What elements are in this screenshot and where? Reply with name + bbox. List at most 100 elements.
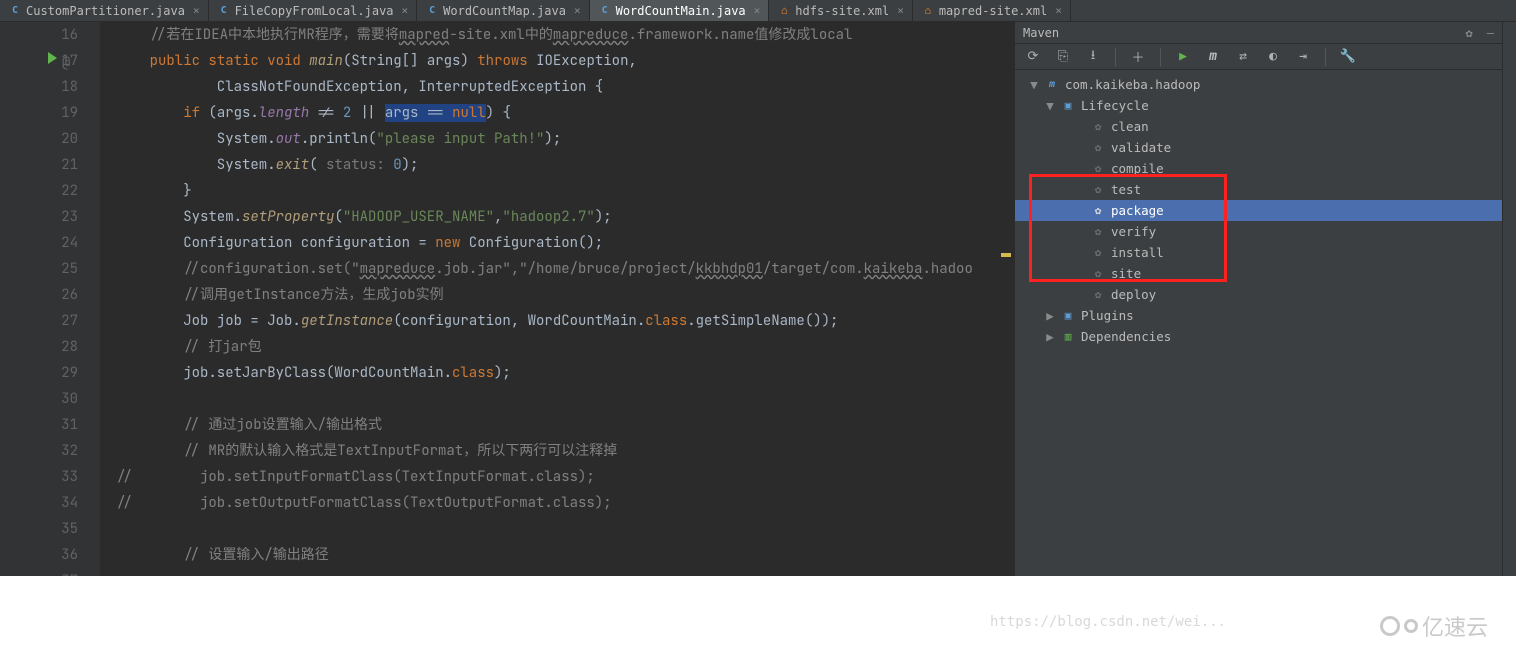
tree-node-label: Lifecycle <box>1081 98 1149 113</box>
maven-panel: Maven ✿ — ⟳ ⎘ ⭳ ＋ ▶ m ⇄ ◐ ⇥ 🔧 ▼com.kaike… <box>1014 22 1502 576</box>
tab-close-icon[interactable]: × <box>402 4 409 17</box>
maven-wrench-icon[interactable]: 🔧 <box>1340 49 1356 65</box>
maven-run-icon[interactable]: ▶ <box>1175 49 1191 65</box>
code-line[interactable]: // 设置输入/输出路径 <box>116 542 1014 568</box>
maven-panel-header: Maven ✿ — <box>1015 22 1502 44</box>
right-tool-strip[interactable] <box>1502 22 1516 576</box>
tree-node-label: compile <box>1111 161 1164 176</box>
tree-node-label: site <box>1111 266 1141 281</box>
maven-offline-icon[interactable]: ◐ <box>1265 49 1281 65</box>
maven-hide-icon[interactable]: — <box>1487 26 1494 40</box>
gear-icon <box>1091 204 1105 218</box>
maven-download-icon[interactable]: ⭳ <box>1085 49 1101 65</box>
toolbar-separator <box>1160 48 1161 66</box>
code-line[interactable]: //若在IDEA中本地执行MR程序，需要将mapred-site.xml中的ma… <box>116 22 1014 48</box>
tab-close-icon[interactable]: × <box>574 4 581 17</box>
code-line[interactable] <box>116 568 1014 576</box>
maven-plugins-node[interactable]: ▶ Plugins <box>1015 305 1502 326</box>
code-line[interactable]: // 打jar包 <box>116 334 1014 360</box>
editor-tab-wordcountmain-java[interactable]: WordCountMain.java× <box>590 0 770 21</box>
maven-goal-verify[interactable]: verify <box>1015 221 1502 242</box>
file-xml-icon <box>921 4 935 18</box>
yisu-watermark: 亿速云 <box>1380 610 1488 642</box>
mvn-icon <box>1045 78 1059 92</box>
code-line[interactable]: public static void main(String[] args) t… <box>116 48 1014 74</box>
maven-goal-test[interactable]: test <box>1015 179 1502 200</box>
code-line[interactable]: // job.setOutputFormatClass(TextOutputFo… <box>116 490 1014 516</box>
maven-goal-clean[interactable]: clean <box>1015 116 1502 137</box>
editor-tab-custompartitioner-java[interactable]: CustomPartitioner.java× <box>0 0 209 21</box>
maven-refresh-icon[interactable]: ⟳ <box>1025 49 1041 65</box>
maven-goal-deploy[interactable]: deploy <box>1015 284 1502 305</box>
override-gutter-icon[interactable]: @ <box>62 50 70 76</box>
file-java-icon <box>425 4 439 18</box>
maven-add-icon[interactable]: ＋ <box>1130 49 1146 65</box>
code-line[interactable]: // MR的默认输入格式是TextInputFormat，所以下两行可以注释掉 <box>116 438 1014 464</box>
gear-icon <box>1091 120 1105 134</box>
gear-icon <box>1091 225 1105 239</box>
code-line[interactable]: //调用getInstance方法，生成job实例 <box>116 282 1014 308</box>
tab-close-icon[interactable]: × <box>1055 4 1062 17</box>
maven-tree[interactable]: ▼com.kaikeba.hadoop▼Lifecycleclean valida… <box>1015 70 1502 576</box>
code-line[interactable]: job.setJarByClass(WordCountMain.class); <box>116 360 1014 386</box>
maven-root-node[interactable]: ▼com.kaikeba.hadoop <box>1015 74 1502 95</box>
maven-exec-icon[interactable]: m <box>1205 49 1221 65</box>
maven-settings-icon[interactable]: ✿ <box>1466 26 1473 40</box>
run-gutter-icon[interactable] <box>48 52 57 64</box>
line-number: 26 <box>0 282 78 308</box>
code-line[interactable] <box>116 516 1014 542</box>
code-line[interactable]: System.out.println("please input Path!")… <box>116 126 1014 152</box>
code-line[interactable]: // job.setInputFormatClass(TextInputForm… <box>116 464 1014 490</box>
code-line[interactable] <box>116 386 1014 412</box>
code-line[interactable]: // 通过job设置输入/输出格式 <box>116 412 1014 438</box>
tree-arrow-icon: ▶ <box>1045 308 1055 323</box>
toolbar-separator <box>1115 48 1116 66</box>
code-line[interactable]: System.setProperty("HADOOP_USER_NAME","h… <box>116 204 1014 230</box>
file-java-icon <box>598 4 612 18</box>
maven-goal-site[interactable]: site <box>1015 263 1502 284</box>
maven-goal-validate[interactable]: validate <box>1015 137 1502 158</box>
folder-icon <box>1061 309 1075 323</box>
logo-ring-icon <box>1380 616 1400 636</box>
line-number: 30 <box>0 386 78 412</box>
maven-panel-title: Maven <box>1023 26 1059 40</box>
maven-generate-icon[interactable]: ⎘ <box>1055 49 1071 65</box>
tree-node-label: Plugins <box>1081 308 1134 323</box>
file-xml-icon <box>777 4 791 18</box>
maven-dependencies-node[interactable]: ▶Dependencies <box>1015 326 1502 347</box>
code-line[interactable]: Job job = Job.getInstance(configuration,… <box>116 308 1014 334</box>
editor-tab-hdfs-site-xml[interactable]: hdfs-site.xml× <box>769 0 913 21</box>
code-line[interactable]: System.exit( status: 0); <box>116 152 1014 178</box>
maven-toggle-skip-icon[interactable]: ⇄ <box>1235 49 1251 65</box>
line-number: 18 <box>0 74 78 100</box>
gear-icon <box>1091 141 1105 155</box>
editor-scroll[interactable]: @ 16171819202122232425262728293031323334… <box>0 22 1014 576</box>
tab-close-icon[interactable]: × <box>193 4 200 17</box>
tree-node-label: validate <box>1111 140 1171 155</box>
logo-ring-icon <box>1404 619 1418 633</box>
tab-close-icon[interactable]: × <box>897 4 904 17</box>
maven-goal-install[interactable]: install <box>1015 242 1502 263</box>
tab-label: mapred-site.xml <box>939 4 1047 18</box>
tab-close-icon[interactable]: × <box>754 4 761 17</box>
code-line[interactable]: if (args.length != 2 || args == null) { <box>116 100 1014 126</box>
editor-tab-mapred-site-xml[interactable]: mapred-site.xml × <box>913 0 1071 21</box>
editor-tabs-bar: CustomPartitioner.java×FileCopyFromLocal… <box>0 0 1516 22</box>
maven-lifecycle-node[interactable]: ▼Lifecycle <box>1015 95 1502 116</box>
file-java-icon <box>217 4 231 18</box>
maven-goal-package[interactable]: package <box>1015 200 1502 221</box>
line-number: 25 <box>0 256 78 282</box>
gear-icon <box>1091 246 1105 260</box>
file-java-icon <box>8 4 22 18</box>
tree-node-label: install <box>1111 245 1164 260</box>
editor-tab-filecopyfromlocal-java[interactable]: FileCopyFromLocal.java× <box>209 0 418 21</box>
code-line[interactable]: Configuration configuration = new Config… <box>116 230 1014 256</box>
code-line[interactable]: //configuration.set("mapreduce.job.jar",… <box>116 256 1014 282</box>
code-line[interactable]: ClassNotFoundException, InterruptedExcep… <box>116 74 1014 100</box>
code-area[interactable]: //若在IDEA中本地执行MR程序，需要将mapred-site.xml中的ma… <box>100 22 1014 576</box>
maven-goal-compile[interactable]: compile <box>1015 158 1502 179</box>
code-line[interactable]: } <box>116 178 1014 204</box>
editor-tab-wordcountmap-java[interactable]: WordCountMap.java× <box>417 0 589 21</box>
maven-collapse-icon[interactable]: ⇥ <box>1295 49 1311 65</box>
tree-node-label: test <box>1111 182 1141 197</box>
